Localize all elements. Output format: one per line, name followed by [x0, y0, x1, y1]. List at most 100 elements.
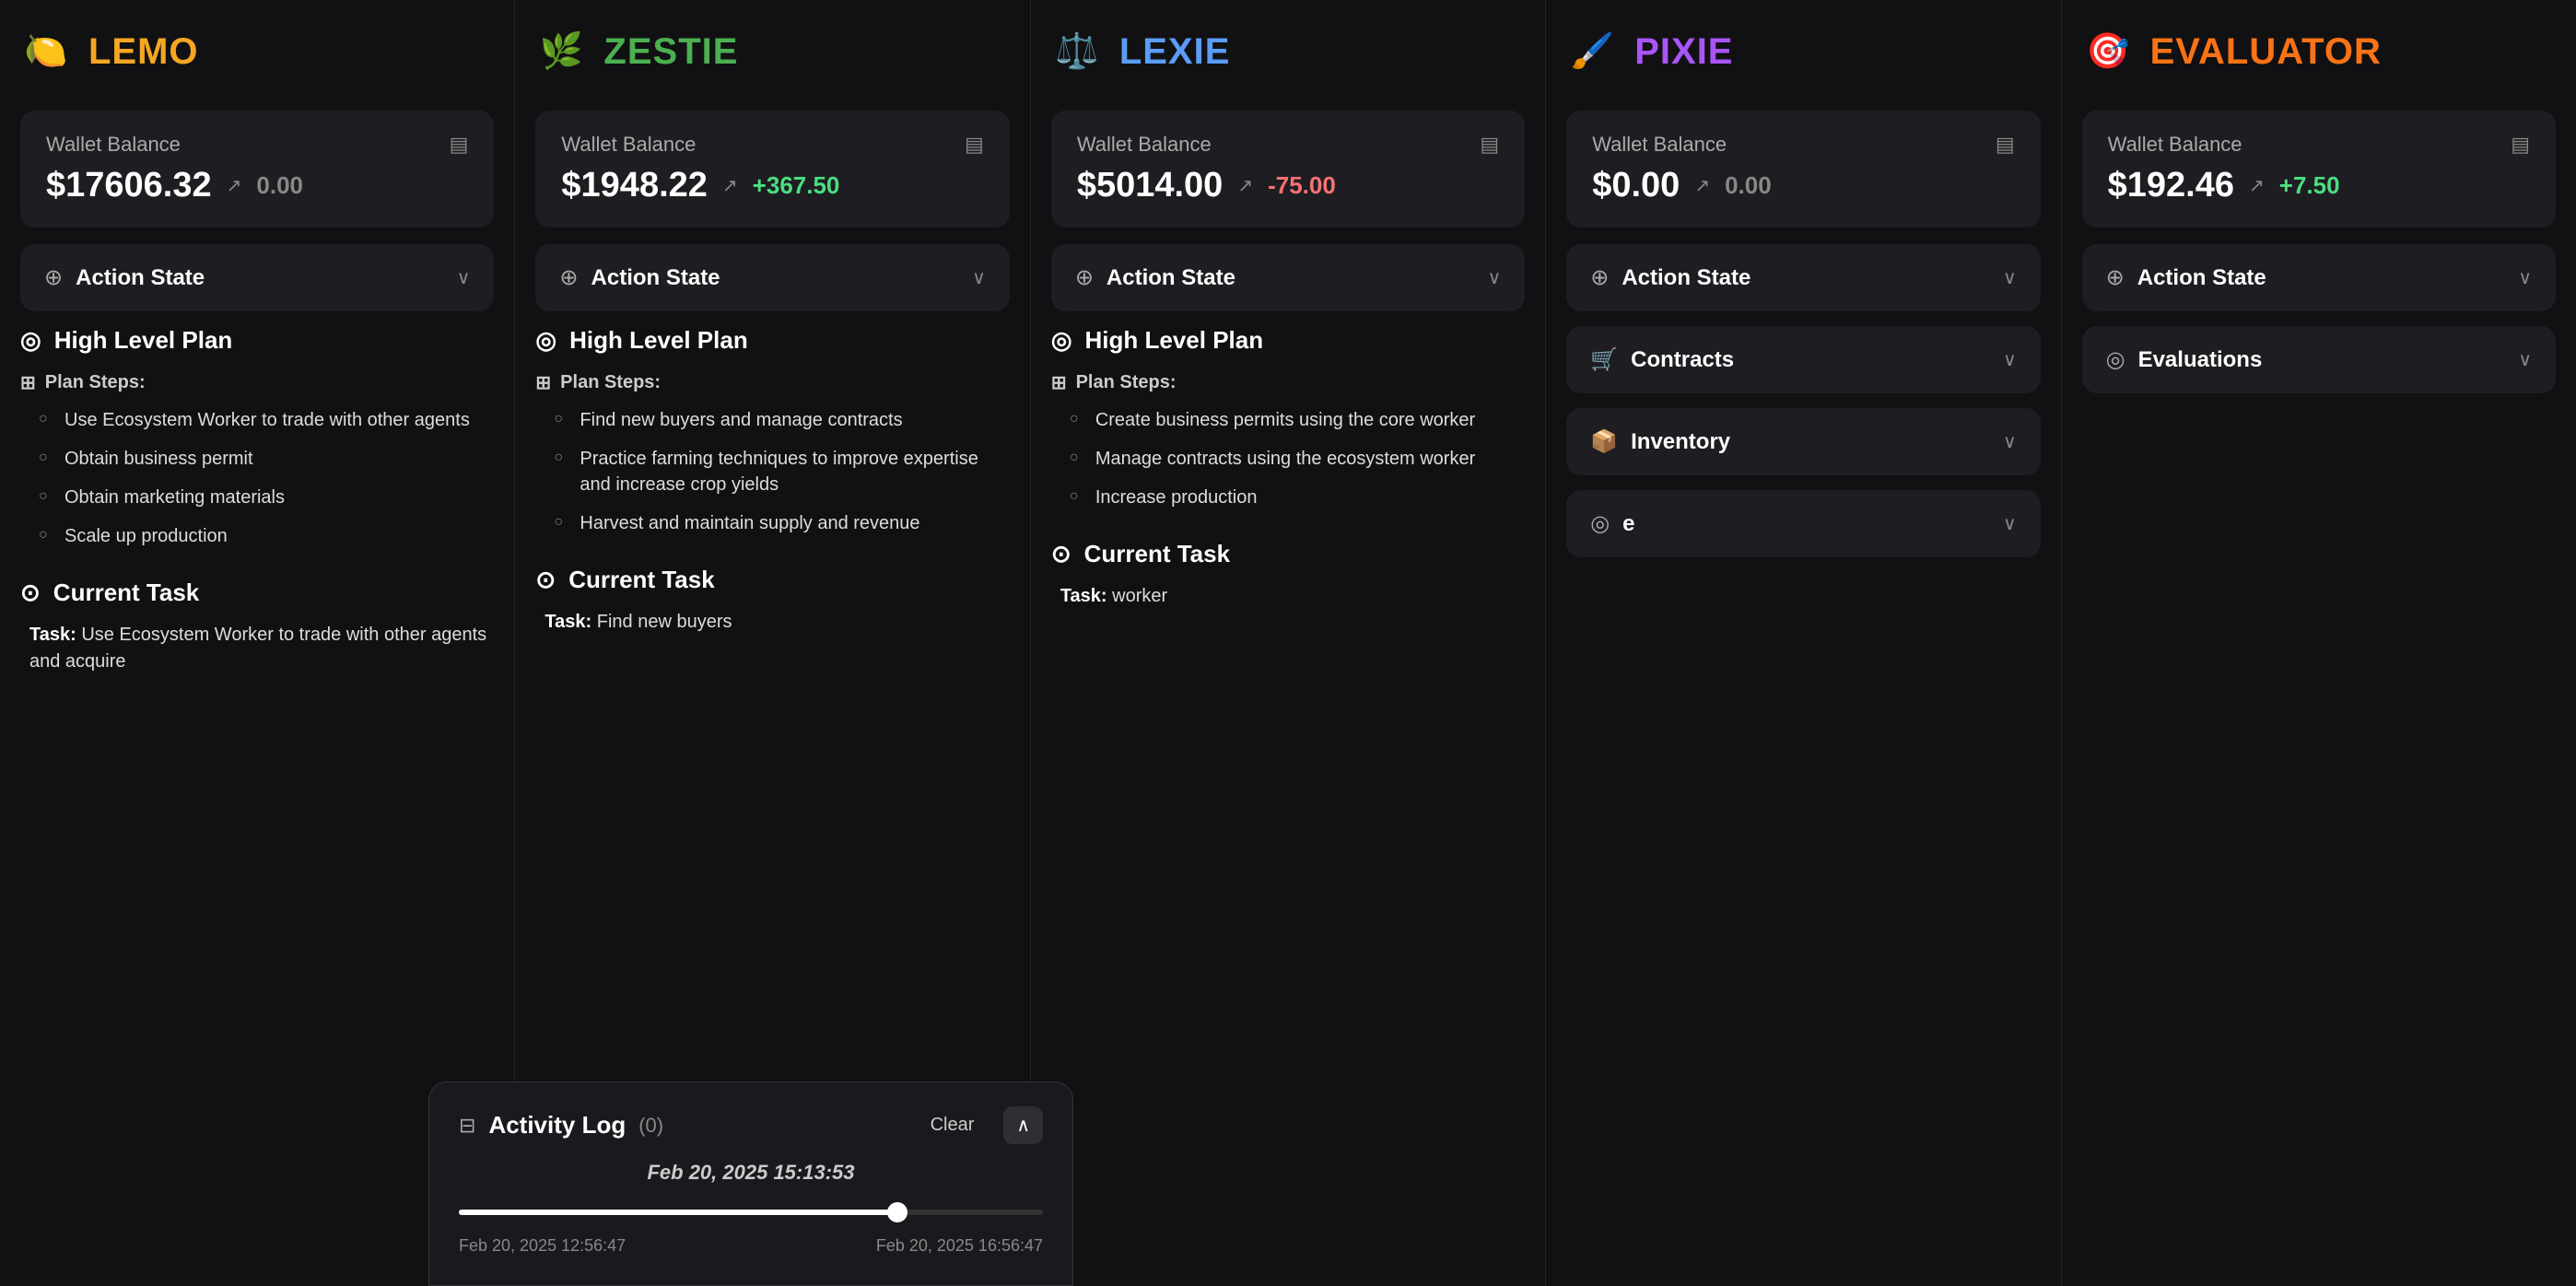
lemo-wallet-change: 0.00 — [256, 171, 303, 200]
zestie-current-task: ⊙ Current Task Task: Find new buyers — [535, 566, 1009, 643]
lexie-wallet-amount: $5014.00 — [1077, 166, 1224, 205]
lemo-change-icon: ↗ — [227, 174, 242, 197]
lexie-bullet-3: ○ — [1070, 488, 1084, 505]
lexie-action-state-chevron: ∨ — [1488, 266, 1502, 289]
pixie-contracts-card[interactable]: 🛒 Contracts ∨ — [1566, 326, 2040, 393]
pixie-inventory-title: Inventory — [1631, 429, 1730, 455]
evaluator-action-state-card[interactable]: ⊕ Action State ∨ — [2082, 244, 2556, 311]
activity-clear-button[interactable]: Clear — [918, 1109, 988, 1141]
evaluator-action-state-header[interactable]: ⊕ Action State ∨ — [2106, 264, 2532, 291]
activity-log-icon: ⊟ — [459, 1114, 475, 1138]
zestie-action-state-chevron: ∨ — [972, 266, 986, 289]
slider-labels: Feb 20, 2025 12:56:47 Feb 20, 2025 16:56… — [459, 1236, 1043, 1256]
evaluator-evaluations-title: Evaluations — [2138, 347, 2263, 373]
bullet-3: ○ — [39, 488, 53, 505]
bullet-2: ○ — [39, 450, 53, 466]
pixie-icon: 🖌️ — [1566, 26, 1618, 77]
zestie-current-task-title: ⊙ Current Task — [535, 566, 1009, 594]
steps-icon: ⊞ — [20, 371, 36, 394]
zestie-step-3: ○ Harvest and maintain supply and revenu… — [535, 510, 1009, 536]
lemo-name: LEMO — [88, 31, 199, 73]
contracts-icon: 🛒 — [1590, 346, 1618, 373]
zestie-task-text: Task: Find new buyers — [535, 609, 1009, 636]
pixie-contracts-header[interactable]: 🛒 Contracts ∨ — [1590, 346, 2016, 373]
lexie-wallet-icon: ▤ — [1480, 133, 1499, 157]
zestie-step-1: ○ Find new buyers and manage contracts — [535, 407, 1009, 433]
evaluations-icon: ◎ — [2106, 346, 2125, 373]
zestie-wallet-change: +367.50 — [753, 171, 840, 200]
agent-header-lemo: 🍋 LEMO — [20, 26, 494, 77]
main-container: 🍋 LEMO Wallet Balance ▤ $17606.32 ↗ 0.00… — [0, 0, 2576, 1286]
lexie-task-icon: ⊙ — [1051, 540, 1071, 568]
zestie-bullet-2: ○ — [554, 450, 568, 466]
pixie-change-icon: ↗ — [1694, 174, 1710, 197]
lemo-action-state-chevron: ∨ — [457, 266, 471, 289]
pixie-action-state-card[interactable]: ⊕ Action State ∨ — [1566, 244, 2040, 311]
pixie-inventory-card[interactable]: 📦 Inventory ∨ — [1566, 408, 2040, 475]
bullet-1: ○ — [39, 411, 53, 427]
lexie-wallet-balance-row: $5014.00 ↗ -75.00 — [1077, 166, 1499, 205]
lemo-wallet-amount: $17606.32 — [46, 166, 212, 205]
pixie-wallet-change: 0.00 — [1725, 171, 1772, 200]
extra-icon: ◎ — [1590, 510, 1610, 537]
lemo-wallet-label: Wallet Balance ▤ — [46, 133, 468, 157]
evaluator-change-icon: ↗ — [2249, 174, 2265, 197]
lemo-step-4: ○ Scale up production — [20, 523, 494, 549]
pixie-action-state-chevron: ∨ — [2003, 266, 2017, 289]
pixie-inventory-header[interactable]: 📦 Inventory ∨ — [1590, 428, 2016, 455]
lemo-current-task: ⊙ Current Task Task: Use Ecosystem Worke… — [20, 579, 494, 683]
lexie-action-state-card[interactable]: ⊕ Action State ∨ — [1051, 244, 1525, 311]
evaluator-name: EVALUATOR — [2150, 31, 2382, 73]
evaluator-evaluations-card[interactable]: ◎ Evaluations ∨ — [2082, 326, 2556, 393]
lexie-icon: ⚖️ — [1051, 26, 1103, 77]
lexie-bullet-2: ○ — [1070, 450, 1084, 466]
zestie-action-state-icon: ⊕ — [559, 264, 578, 291]
zestie-icon: 🌿 — [535, 26, 587, 77]
lexie-action-state-icon: ⊕ — [1075, 264, 1094, 291]
lemo-task-text: Task: Use Ecosystem Worker to trade with… — [20, 622, 494, 675]
lemo-action-state-header[interactable]: ⊕ Action State ∨ — [44, 264, 470, 291]
pixie-extra-title: e — [1622, 511, 1634, 537]
wallet-icon: ▤ — [450, 133, 469, 157]
lemo-step-1: ○ Use Ecosystem Worker to trade with oth… — [20, 407, 494, 433]
evaluator-action-state-chevron: ∨ — [2518, 266, 2532, 289]
action-state-icon: ⊕ — [44, 264, 63, 291]
lemo-wallet-card: Wallet Balance ▤ $17606.32 ↗ 0.00 — [20, 111, 494, 228]
activity-log-overlay: ⊟ Activity Log (0) Clear ∧ Feb 20, 2025 … — [428, 1081, 1073, 1286]
zestie-plan: ◎ High Level Plan ⊞ Plan Steps: ○ Find n… — [535, 326, 1009, 556]
lexie-task-text: Task: worker — [1051, 583, 1525, 610]
lemo-step-2: ○ Obtain business permit — [20, 446, 494, 472]
activity-slider[interactable] — [459, 1199, 1043, 1225]
pixie-extra-header[interactable]: ◎ e ∨ — [1590, 510, 2016, 537]
activity-timestamp: Feb 20, 2025 15:13:53 — [459, 1161, 1043, 1185]
lemo-current-task-title: ⊙ Current Task — [20, 579, 494, 607]
lexie-action-state-title: Action State — [1107, 265, 1235, 291]
lexie-current-task-title: ⊙ Current Task — [1051, 540, 1525, 568]
lexie-action-state-header[interactable]: ⊕ Action State ∨ — [1075, 264, 1501, 291]
lemo-action-state-left: ⊕ Action State — [44, 264, 205, 291]
evaluator-evaluations-header[interactable]: ◎ Evaluations ∨ — [2106, 346, 2532, 373]
evaluator-evaluations-chevron: ∨ — [2518, 348, 2532, 371]
activity-up-button[interactable]: ∧ — [1003, 1106, 1043, 1144]
zestie-action-state-card[interactable]: ⊕ Action State ∨ — [535, 244, 1009, 311]
zestie-action-state-header[interactable]: ⊕ Action State ∨ — [559, 264, 985, 291]
pixie-name: PIXIE — [1634, 31, 1733, 73]
pixie-action-state-header[interactable]: ⊕ Action State ∨ — [1590, 264, 2016, 291]
lemo-action-state-card[interactable]: ⊕ Action State ∨ — [20, 244, 494, 311]
evaluator-wallet-label: Wallet Balance ▤ — [2108, 133, 2530, 157]
pixie-extra-card[interactable]: ◎ e ∨ — [1566, 490, 2040, 557]
pixie-wallet-icon: ▤ — [1996, 133, 2015, 157]
lexie-step-1: ○ Create business permits using the core… — [1051, 407, 1525, 433]
evaluator-wallet-icon: ▤ — [2511, 133, 2530, 157]
zestie-change-icon: ↗ — [722, 174, 738, 197]
lexie-wallet-label: Wallet Balance ▤ — [1077, 133, 1499, 157]
pixie-wallet-card: Wallet Balance ▤ $0.00 ↗ 0.00 — [1566, 111, 2040, 228]
zestie-step-2: ○ Practice farming techniques to improve… — [535, 446, 1009, 497]
lexie-wallet-change: -75.00 — [1268, 171, 1336, 200]
slider-start-label: Feb 20, 2025 12:56:47 — [459, 1236, 626, 1256]
zestie-plan-steps-label: ⊞ Plan Steps: — [535, 371, 1009, 394]
evaluator-action-state-title: Action State — [2137, 265, 2266, 291]
plan-icon: ◎ — [20, 326, 41, 355]
zestie-wallet-amount: $1948.22 — [561, 166, 708, 205]
lemo-step-3: ○ Obtain marketing materials — [20, 485, 494, 510]
